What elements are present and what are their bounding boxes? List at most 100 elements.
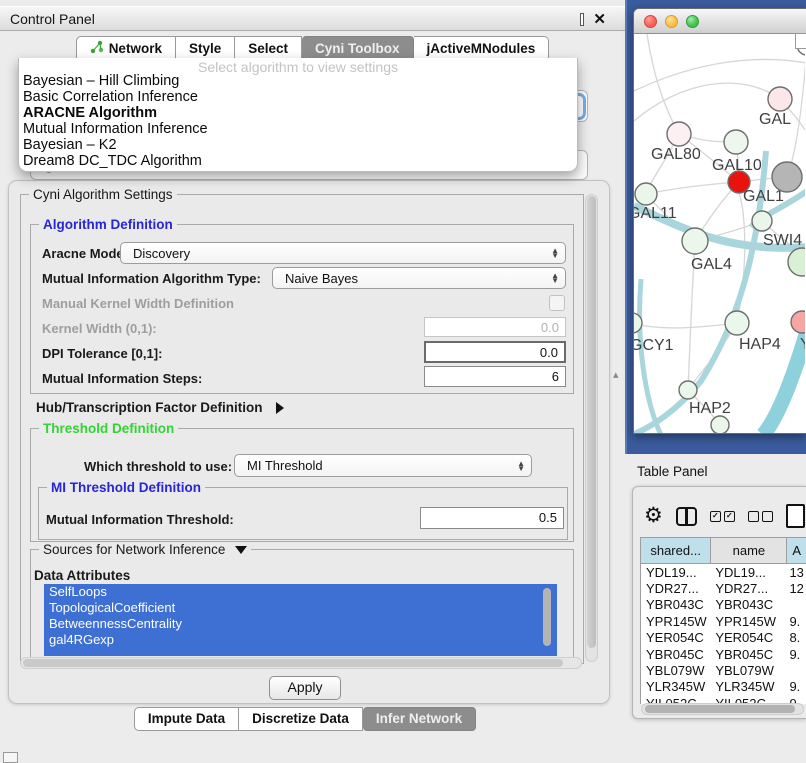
list-scrollbar-thumb[interactable] — [543, 588, 551, 646]
mi-threshold-input[interactable]: 0.5 — [420, 507, 564, 529]
float-window-icon[interactable] — [580, 13, 584, 26]
network-node[interactable] — [788, 248, 805, 276]
network-node-gal11[interactable] — [635, 183, 657, 205]
tab-infer-network[interactable]: Infer Network — [363, 707, 476, 731]
table-cell: 9. — [787, 647, 806, 662]
table-cell: YBR043C — [641, 597, 711, 612]
expanded-arrow-icon[interactable] — [235, 546, 247, 554]
dpi-tolerance-input[interactable]: 0.0 — [424, 341, 566, 363]
mi-algorithm-type-value: Naive Bayes — [285, 271, 358, 286]
network-node-gal10[interactable] — [724, 130, 748, 154]
dropdown-item-bayesian-hill-climbing[interactable]: Bayesian – Hill Climbing — [19, 73, 577, 89]
mi-steps-input[interactable]: 6 — [424, 366, 566, 387]
node-attribute-table[interactable]: shared... name A YDL19...YDL19...13YDR27… — [640, 537, 806, 704]
table-cell: YDL19... — [711, 565, 787, 580]
aracne-mode-combobox[interactable]: Discovery ▲▼ — [120, 242, 566, 264]
tab-impute-data[interactable]: Impute Data — [134, 707, 239, 731]
node-label-gal4: GAL4 — [691, 256, 732, 273]
close-icon[interactable]: ✕ — [593, 14, 606, 25]
table-row[interactable]: YDL19...YDL19...13 — [641, 564, 806, 580]
table-cell: 9. — [787, 614, 806, 629]
table-body: YDL19...YDL19...13YDR27...YDR27...12YBR0… — [641, 564, 806, 704]
tab-label: Impute Data — [148, 711, 225, 726]
network-view-window[interactable]: GALGAL80GAL10GAL1GAL11SWI4GAL4GCY1HAP4YH… — [633, 8, 806, 434]
which-threshold-label: Which threshold to use: — [84, 459, 232, 474]
network-node[interactable] — [772, 162, 802, 192]
dropdown-item-dream8-dc-tdc-algorithm[interactable]: Dream8 DC_TDC Algorithm — [19, 153, 577, 169]
cyni-settings-legend: Cyni Algorithm Settings — [29, 187, 177, 202]
checked-box-icon: ✓ — [710, 511, 721, 522]
data-attributes-list[interactable]: SelfLoopsTopologicalCoefficientBetweenne… — [44, 584, 557, 656]
kernel-width-input[interactable]: 0.0 — [424, 317, 566, 337]
network-icon — [90, 40, 104, 57]
list-item-selfloops[interactable]: SelfLoops — [44, 584, 557, 600]
manual-kernel-width-checkbox[interactable] — [549, 295, 565, 311]
table-cell: YDR27... — [641, 581, 711, 596]
node-label-gal1: GAL1 — [743, 188, 784, 205]
dropdown-item-basic-correlation-inference[interactable]: Basic Correlation Inference — [19, 89, 577, 105]
list-item-topologicalcoefficient[interactable]: TopologicalCoefficient — [44, 600, 557, 616]
settings-vertical-scrollbar[interactable] — [585, 194, 598, 662]
bottom-tab-bar: Impute Data Discretize DataInfer Network — [0, 707, 610, 731]
select-all-icon[interactable]: ✓ ✓ — [710, 511, 735, 522]
sources-legend[interactable]: Sources for Network Inference — [39, 542, 251, 557]
split-columns-icon[interactable] — [676, 507, 697, 526]
column-header-shared[interactable]: shared... — [641, 538, 711, 564]
tab-label: Network — [109, 41, 162, 56]
column-header-partial[interactable]: A — [787, 538, 806, 564]
table-row[interactable]: YBR043CYBR043C — [641, 597, 806, 613]
tab-label: jActiveMNodules — [427, 41, 536, 56]
table-row[interactable]: YBR045CYBR045C9. — [641, 646, 806, 662]
tab-label: Select — [248, 41, 288, 56]
table-cell: YDR27... — [711, 581, 787, 596]
apply-button[interactable]: Apply — [269, 676, 341, 700]
network-node-swi4[interactable] — [752, 211, 772, 231]
network-node-hap2[interactable] — [679, 381, 697, 399]
dropdown-item-bayesian-k2[interactable]: Bayesian – K2 — [19, 137, 577, 153]
network-node-hap4[interactable] — [725, 311, 749, 335]
network-node-gal4[interactable] — [682, 228, 708, 254]
network-node-y[interactable] — [791, 311, 805, 333]
column-header-name[interactable]: name — [711, 538, 787, 564]
list-item-betweennesscentrality[interactable]: BetweennessCentrality — [44, 616, 557, 632]
settings-gear-icon[interactable]: ⚙ — [644, 505, 663, 527]
list-item-gal4rgexp[interactable]: gal4RGexp — [44, 632, 557, 648]
network-canvas[interactable]: GALGAL80GAL10GAL1GAL11SWI4GAL4GCY1HAP4YH… — [634, 34, 805, 434]
splitter-handle[interactable]: ▴ — [613, 368, 619, 381]
table-horizontal-scrollbar[interactable] — [641, 703, 804, 715]
minimize-traffic-light-icon[interactable] — [665, 15, 678, 28]
minimized-panel-icon[interactable] — [3, 752, 18, 763]
tab-discretize-data[interactable]: Discretize Data — [239, 707, 363, 731]
which-threshold-combobox[interactable]: MI Threshold ▲▼ — [234, 454, 532, 477]
mi-algorithm-type-combobox[interactable]: Naive Bayes ▲▼ — [272, 267, 566, 289]
network-node-gal80[interactable] — [667, 122, 691, 146]
scrollbar-thumb[interactable] — [23, 659, 563, 667]
network-scroll-corner — [795, 33, 806, 49]
dropdown-item-aracne-algorithm[interactable]: ARACNE Algorithm — [19, 105, 577, 121]
network-window-titlebar[interactable] — [634, 9, 806, 34]
table-row[interactable]: YER054CYER054C8. — [641, 630, 806, 646]
node-label-gal80: GAL80 — [651, 146, 701, 163]
dropdown-item-mutual-information-inference[interactable]: Mutual Information Inference — [19, 121, 577, 137]
collapsed-arrow-icon[interactable] — [276, 402, 284, 414]
table-row[interactable]: YPR145WYPR145W9. — [641, 613, 806, 629]
table-row[interactable]: YBL079WYBL079W — [641, 662, 806, 678]
table-cell: YBL079W — [711, 663, 787, 678]
network-node[interactable] — [711, 416, 729, 434]
close-traffic-light-icon[interactable] — [644, 15, 657, 28]
zoom-traffic-light-icon[interactable] — [686, 15, 699, 28]
network-node-gal[interactable] — [768, 87, 792, 111]
settings-horizontal-scrollbar[interactable] — [20, 657, 582, 669]
which-threshold-value: MI Threshold — [247, 458, 323, 473]
mi-threshold-label: Mutual Information Threshold: — [46, 512, 234, 527]
deselect-all-icon[interactable] — [748, 511, 773, 522]
table-panel-title: Table Panel — [637, 464, 708, 479]
hub-definition-toggle[interactable]: Hub/Transcription Factor Definition — [36, 400, 284, 415]
document-icon[interactable] — [786, 504, 805, 528]
table-row[interactable]: YDR27...YDR27...12 — [641, 580, 806, 596]
table-cell: 8. — [787, 630, 806, 645]
table-cell: 12 — [787, 581, 806, 596]
table-row[interactable]: YLR345WYLR345W9. — [641, 679, 806, 695]
scrollbar-thumb[interactable] — [587, 196, 596, 648]
scrollbar-thumb[interactable] — [645, 705, 795, 713]
